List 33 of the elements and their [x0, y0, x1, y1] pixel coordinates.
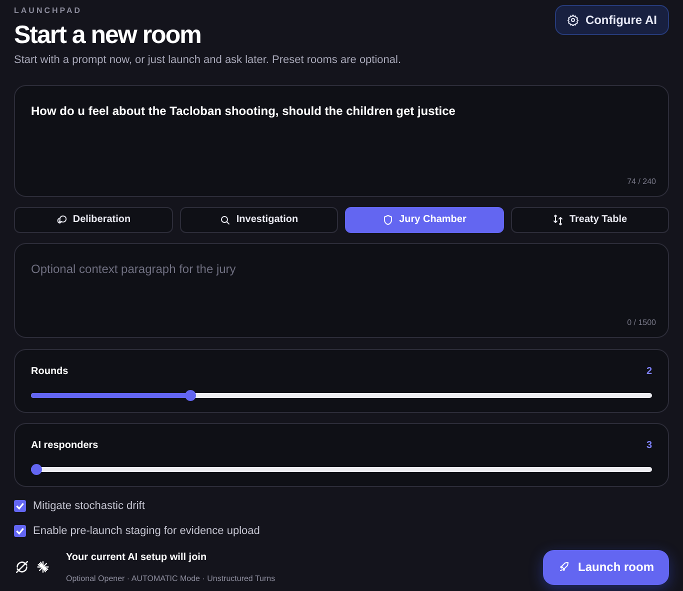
- configure-ai-button[interactable]: Configure AI: [555, 5, 669, 35]
- checkbox[interactable]: [14, 525, 26, 538]
- shield-icon: [382, 214, 394, 226]
- preset-tab[interactable]: Investigation: [180, 206, 338, 232]
- slider-thumb[interactable]: [185, 390, 196, 400]
- page-subtitle: Start with a prompt now, or just launch and ask later. Preset rooms are optional.: [14, 53, 402, 68]
- chat-bubbles-icon: [56, 214, 68, 226]
- launch-room-button[interactable]: Launch room: [542, 550, 669, 584]
- swap-arrows-icon: [552, 214, 564, 226]
- slider-value: 3: [646, 438, 652, 452]
- search-icon: [219, 214, 232, 226]
- preset-tab[interactable]: Deliberation: [14, 206, 172, 232]
- rocket-icon: [558, 561, 570, 573]
- slider-label: Rounds: [31, 364, 68, 378]
- settings-icon: [567, 14, 580, 26]
- setup-title: Your current AI setup will join: [66, 550, 208, 564]
- setup-details: Optional Opener · AUTOMATIC Mode · Unstructured Turns: [66, 572, 276, 584]
- slider-value: 2: [646, 364, 652, 378]
- character-counter: 0 / 1500: [627, 316, 656, 328]
- eyebrow-label: LAUNCHPAD: [14, 5, 84, 17]
- checkbox[interactable]: [14, 500, 26, 512]
- slider-label: AI responders: [31, 438, 98, 452]
- sync-icon: [14, 559, 30, 575]
- checkbox-label[interactable]: Enable pre-launch staging for evidence upload: [33, 523, 260, 540]
- preset-tab[interactable]: Treaty Table: [510, 206, 669, 232]
- page-title: Start a new room: [14, 20, 202, 50]
- preset-tab[interactable]: Jury Chamber: [345, 206, 504, 232]
- checkbox-label[interactable]: Mitigate stochastic drift: [33, 498, 145, 514]
- slider-track[interactable]: [31, 466, 652, 472]
- character-counter: 74 / 240: [627, 176, 656, 188]
- slider-track[interactable]: [31, 392, 652, 398]
- slider-thumb[interactable]: [31, 464, 42, 474]
- sparkle-icon: [36, 560, 50, 574]
